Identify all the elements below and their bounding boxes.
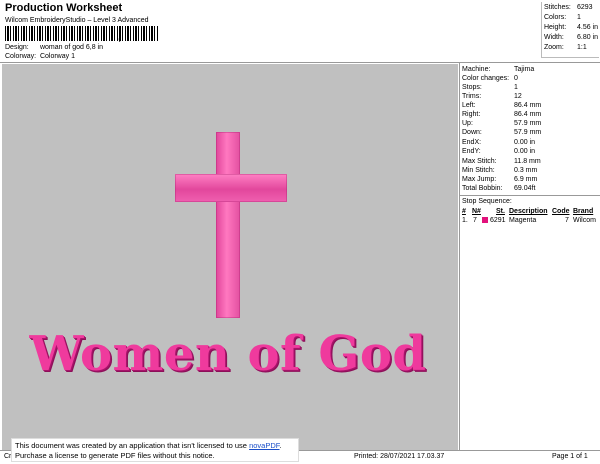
page-number: Page 1 of 1: [552, 453, 588, 460]
row-stitches: 6291: [490, 217, 506, 224]
summary-width: Width: 6.80 in: [544, 34, 598, 41]
summary-label: Colors:: [544, 14, 567, 21]
summary-label: Zoom:: [544, 44, 564, 51]
colorway-label: Colorway:: [5, 53, 37, 60]
info-label: EndX:: [462, 139, 482, 146]
info-label: Down:: [462, 129, 482, 136]
info-value: 0.3 mm: [514, 167, 538, 174]
info-stops: Stops: 1: [462, 84, 518, 91]
summary-value: 1:1: [577, 44, 587, 51]
summary-stitches: Stitches: 6293: [544, 4, 593, 11]
info-label: Stops:: [462, 84, 482, 91]
info-label: Up:: [462, 120, 473, 127]
info-label: Color changes:: [462, 75, 510, 82]
info-total-bobbin: Total Bobbin: 69.04ft: [462, 185, 535, 192]
col-header-brand: Brand: [573, 208, 594, 215]
design-row: Design: woman of god 6,8 in: [5, 44, 103, 51]
col-header-code: Code: [552, 208, 570, 215]
barcode-mark: ,: [118, 29, 122, 43]
info-right: Right: 86.4 mm: [462, 111, 541, 118]
novapdf-link[interactable]: novaPDF: [249, 441, 279, 450]
summary-label: Width:: [544, 34, 564, 41]
summary-zoom: Zoom: 1:1: [544, 44, 587, 51]
summary-value: 6.80 in: [577, 34, 599, 41]
summary-colors: Colors: 1: [544, 14, 581, 21]
info-label: Machine:: [462, 66, 491, 73]
printed-timestamp: Printed: 28/07/2021 17.03.37: [354, 453, 445, 460]
info-label: Max Jump:: [462, 176, 497, 183]
info-endy: EndY: 0.00 in: [462, 148, 535, 155]
software-subtitle: Wilcom EmbroideryStudio – Level 3 Advanc…: [5, 17, 149, 24]
info-value: 1: [514, 84, 518, 91]
col-header-number: #: [462, 208, 466, 215]
info-value: 0: [514, 75, 518, 82]
summary-label: Height:: [544, 24, 567, 31]
summary-height: Height: 4.56 in: [544, 24, 598, 31]
info-label: Max Stitch:: [462, 158, 497, 165]
info-label: Left:: [462, 102, 476, 109]
info-label: Total Bobbin:: [462, 185, 503, 192]
info-endx: EndX: 0.00 in: [462, 139, 535, 146]
col-header-stitches: St.: [496, 208, 505, 215]
worksheet-title: Production Worksheet: [5, 2, 123, 14]
row-brand: Wilcom: [573, 217, 596, 224]
color-swatch: [482, 217, 488, 223]
info-value: 11.8 mm: [514, 158, 541, 165]
info-value: 57.9 mm: [514, 120, 542, 127]
info-value: 86.4 mm: [514, 111, 542, 118]
info-value: 86.4 mm: [514, 102, 542, 109]
stop-sequence-title: Stop Sequence:: [462, 198, 512, 205]
summary-label: Stitches:: [544, 4, 571, 11]
cross-horizontal-bar: [175, 174, 287, 202]
barcode: [5, 26, 159, 41]
col-header-description: Description: [509, 208, 548, 215]
info-value: 69.04ft: [514, 185, 536, 192]
license-notice: This document was created by an applicat…: [11, 438, 299, 462]
colorway-row: Colorway: Colorway 1: [5, 53, 75, 60]
info-max-stitch: Max Stitch: 11.8 mm: [462, 158, 541, 165]
cross-vertical-bar: [216, 132, 240, 318]
info-value: 0.00 in: [514, 148, 536, 155]
design-value: woman of god 6,8 in: [39, 44, 103, 51]
info-value: 0.00 in: [514, 139, 536, 146]
info-label: Trims:: [462, 93, 482, 100]
col-header-needle: N#: [472, 208, 481, 215]
info-value: 57.9 mm: [514, 129, 542, 136]
design-embroidered-text: Women of God: [29, 326, 427, 382]
row-needle: 7: [473, 217, 477, 224]
summary-value: 1: [577, 14, 581, 21]
row-description: Magenta: [509, 217, 537, 224]
panel-divider: [460, 195, 600, 196]
info-down: Down: 57.9 mm: [462, 129, 541, 136]
design-label: Design:: [5, 44, 29, 51]
info-color-changes: Color changes: 0: [462, 75, 518, 82]
summary-value: 4.56 in: [577, 24, 599, 31]
info-trims: Trims: 12: [462, 93, 522, 100]
row-number: 1.: [462, 217, 468, 224]
row-code: 7: [565, 217, 569, 224]
notice-text: This document was created by an applicat…: [15, 441, 247, 450]
info-label: Right:: [462, 111, 481, 118]
info-machine: Machine: Tajima: [462, 66, 534, 73]
notice-line-2: Purchase a license to generate PDF files…: [15, 451, 215, 460]
info-left: Left: 86.4 mm: [462, 102, 541, 109]
info-label: Min Stitch:: [462, 167, 495, 174]
info-label: EndY:: [462, 148, 481, 155]
notice-period: .: [279, 441, 282, 450]
info-max-jump: Max Jump: 6.9 mm: [462, 176, 537, 183]
info-value: 12: [514, 93, 522, 100]
info-value: Tajima: [514, 66, 535, 73]
info-value: 6.9 mm: [514, 176, 538, 183]
info-min-stitch: Min Stitch: 0.3 mm: [462, 167, 537, 174]
colorway-value: Colorway 1: [39, 53, 75, 60]
notice-line-1: This document was created by an applicat…: [15, 441, 295, 451]
summary-value: 6293: [577, 4, 593, 11]
info-up: Up: 57.9 mm: [462, 120, 541, 127]
